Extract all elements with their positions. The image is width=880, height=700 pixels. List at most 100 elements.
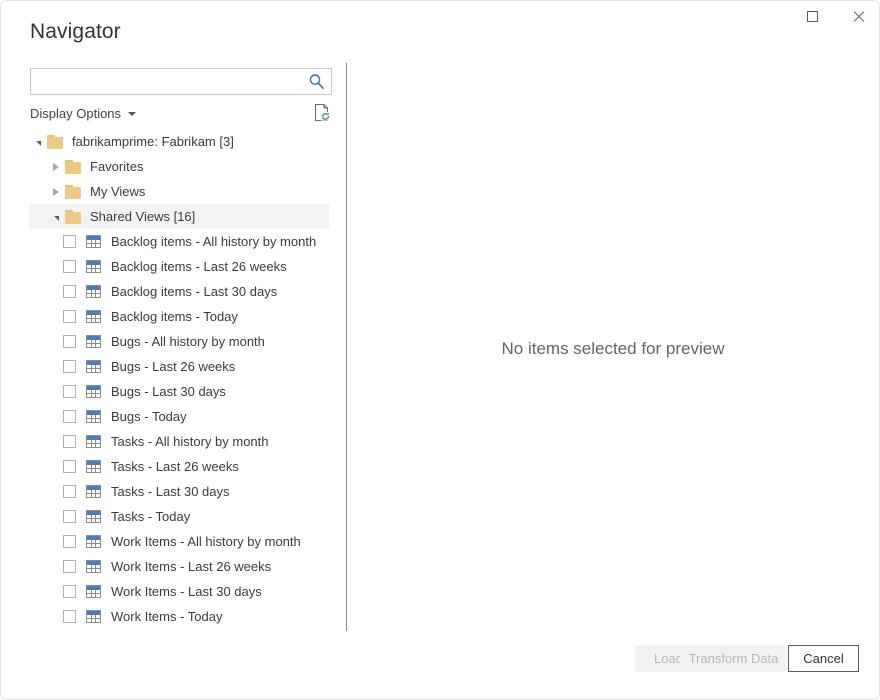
view-item-checkbox[interactable]: [63, 460, 76, 473]
table-icon: [86, 435, 101, 448]
view-item-row[interactable]: Bugs - Today: [29, 404, 329, 429]
view-item-row[interactable]: Work Items - Today: [29, 604, 329, 629]
close-icon: [852, 10, 865, 23]
transform-data-button[interactable]: Transform Data: [680, 645, 787, 672]
view-item-checkbox[interactable]: [63, 335, 76, 348]
view-item-row[interactable]: Tasks - Last 26 weeks: [29, 454, 329, 479]
transform-data-button-label: Transform Data: [688, 651, 779, 666]
preview-empty-message: No items selected for preview: [501, 339, 725, 358]
tree-node-label: My Views: [90, 184, 146, 199]
table-icon: [86, 410, 101, 423]
table-icon: [86, 260, 101, 273]
table-icon: [86, 360, 101, 373]
view-item-label: Tasks - Last 30 days: [111, 484, 230, 499]
navigator-tree: fabrikamprime: Fabrikam [3] Favorites My…: [1, 129, 346, 629]
table-icon: [86, 385, 101, 398]
tree-node-shared-views[interactable]: Shared Views [16]: [29, 204, 329, 229]
view-item-checkbox[interactable]: [63, 385, 76, 398]
view-item-row[interactable]: Backlog items - Today: [29, 304, 329, 329]
maximize-button[interactable]: [789, 1, 835, 31]
view-item-label: Bugs - All history by month: [111, 334, 265, 349]
table-icon: [86, 610, 101, 623]
view-item-row[interactable]: Work Items - Last 30 days: [29, 579, 329, 604]
view-item-checkbox[interactable]: [63, 510, 76, 523]
view-item-label: Backlog items - Today: [111, 309, 238, 324]
chevron-down-icon: [128, 112, 137, 116]
view-item-checkbox[interactable]: [63, 560, 76, 573]
view-item-checkbox[interactable]: [63, 610, 76, 623]
view-item-row[interactable]: Backlog items - Last 26 weeks: [29, 254, 329, 279]
tree-node-my-views[interactable]: My Views: [47, 179, 329, 204]
tree-node-favorites[interactable]: Favorites: [47, 154, 329, 179]
view-item-checkbox[interactable]: [63, 485, 76, 498]
view-item-checkbox[interactable]: [63, 310, 76, 323]
preview-panel: No items selected for preview: [347, 63, 879, 629]
view-item-label: Backlog items - Last 30 days: [111, 284, 278, 299]
view-item-label: Work Items - Last 26 weeks: [111, 559, 272, 574]
expander-expand-icon[interactable]: [47, 179, 65, 204]
view-item-row[interactable]: Backlog items - Last 30 days: [29, 279, 329, 304]
cancel-button-label: Cancel: [803, 651, 844, 666]
view-item-row[interactable]: Bugs - Last 26 weeks: [29, 354, 329, 379]
view-item-row[interactable]: Tasks - Today: [29, 504, 329, 529]
expander-collapse-icon[interactable]: [47, 204, 65, 229]
view-item-row[interactable]: Tasks - All history by month: [29, 429, 329, 454]
close-button[interactable]: [835, 1, 879, 31]
cancel-button[interactable]: Cancel: [788, 645, 859, 672]
table-icon: [86, 310, 101, 323]
view-item-label: Bugs - Last 26 weeks: [111, 359, 236, 374]
view-item-checkbox[interactable]: [63, 235, 76, 248]
table-icon: [86, 335, 101, 348]
view-item-label: Bugs - Last 30 days: [111, 384, 226, 399]
folder-icon: [65, 184, 81, 199]
view-item-label: Work Items - All history by month: [111, 534, 301, 549]
view-item-list: Backlog items - All history by month Back…: [1, 229, 346, 629]
maximize-icon: [806, 10, 818, 22]
table-icon: [86, 535, 101, 548]
view-item-checkbox[interactable]: [63, 285, 76, 298]
load-button-label: Load: [654, 651, 683, 666]
view-item-label: Work Items - Today: [111, 609, 223, 624]
folder-icon: [47, 134, 63, 149]
title-bar: Navigator: [1, 1, 879, 63]
view-item-checkbox[interactable]: [63, 410, 76, 423]
table-icon: [86, 560, 101, 573]
view-item-label: Backlog items - Last 26 weeks: [111, 259, 287, 274]
table-icon: [86, 585, 101, 598]
display-options-dropdown[interactable]: Display Options: [30, 103, 137, 123]
tree-node-label: fabrikamprime: Fabrikam [3]: [72, 134, 234, 149]
view-item-checkbox[interactable]: [63, 260, 76, 273]
refresh-preview-button[interactable]: [311, 101, 333, 123]
search-input[interactable]: [30, 68, 332, 95]
expander-collapse-icon[interactable]: [29, 129, 47, 154]
view-item-row[interactable]: Backlog items - All history by month: [29, 229, 329, 254]
view-item-row[interactable]: Bugs - Last 30 days: [29, 379, 329, 404]
view-item-label: Tasks - Today: [111, 509, 191, 524]
dialog-footer: Load Transform Data Cancel: [1, 629, 879, 699]
table-icon: [86, 460, 101, 473]
view-item-label: Tasks - All history by month: [111, 434, 269, 449]
view-item-checkbox[interactable]: [63, 585, 76, 598]
page-title: Navigator: [30, 20, 121, 43]
folder-icon: [65, 209, 81, 224]
view-item-row[interactable]: Tasks - Last 30 days: [29, 479, 329, 504]
view-item-row[interactable]: Work Items - All history by month: [29, 529, 329, 554]
view-item-label: Bugs - Today: [111, 409, 187, 424]
view-item-checkbox[interactable]: [63, 360, 76, 373]
tree-node-root[interactable]: fabrikamprime: Fabrikam [3]: [29, 129, 329, 154]
display-options-label: Display Options: [30, 105, 122, 121]
view-item-row[interactable]: Bugs - All history by month: [29, 329, 329, 354]
document-refresh-icon: [314, 103, 331, 121]
tree-node-label: Shared Views [16]: [90, 209, 196, 224]
view-item-label: Backlog items - All history by month: [111, 234, 317, 249]
navigator-dialog: Navigator Display Options fabrikamprime:…: [0, 0, 880, 700]
view-item-label: Work Items - Last 30 days: [111, 584, 262, 599]
table-icon: [86, 285, 101, 298]
expander-expand-icon[interactable]: [47, 154, 65, 179]
search-row: [30, 68, 332, 95]
view-item-checkbox[interactable]: [63, 435, 76, 448]
tree-node-label: Favorites: [90, 159, 144, 174]
view-item-row[interactable]: Work Items - Last 26 weeks: [29, 554, 329, 579]
table-icon: [86, 510, 101, 523]
view-item-checkbox[interactable]: [63, 535, 76, 548]
